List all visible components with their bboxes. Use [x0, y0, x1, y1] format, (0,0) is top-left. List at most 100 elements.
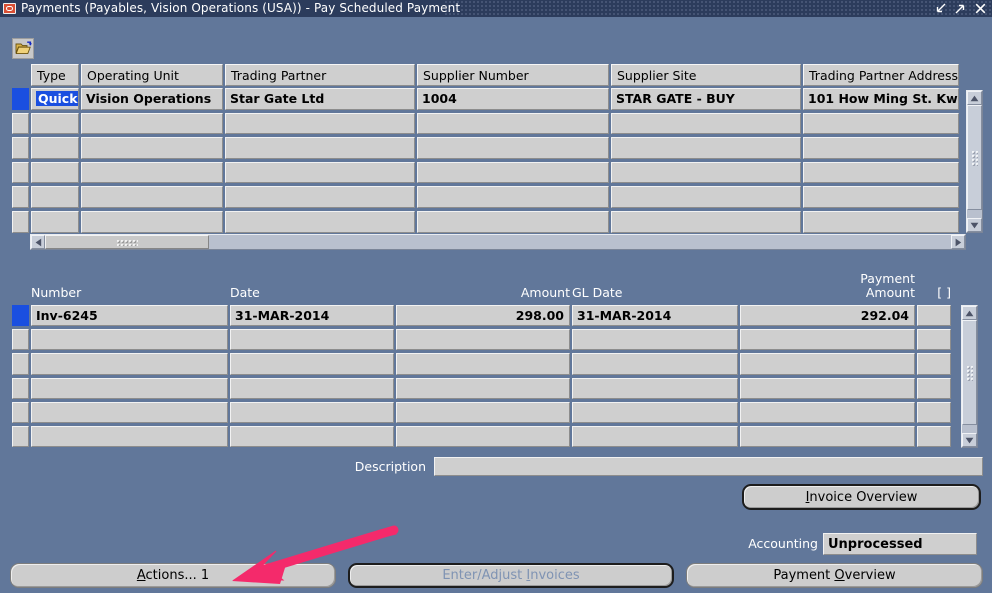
cell-supplier-site[interactable] [611, 113, 801, 135]
cell-operating-unit[interactable] [81, 113, 223, 135]
cell-amount[interactable] [396, 329, 570, 350]
cell-amount[interactable] [396, 353, 570, 374]
cell-trading-partner[interactable]: Star Gate Ltd [225, 88, 415, 110]
cell-trading-partner[interactable] [225, 186, 415, 208]
cell-supplier-number[interactable] [417, 186, 609, 208]
record-indicator[interactable] [12, 113, 29, 135]
cell-date[interactable] [230, 402, 394, 423]
cell-date[interactable] [230, 329, 394, 350]
cell-[interactable] [917, 402, 951, 423]
cell-[interactable] [917, 426, 951, 447]
cell-supplier-site[interactable]: STAR GATE - BUY [611, 88, 801, 110]
cell-[interactable] [917, 305, 951, 326]
cell-gl-date[interactable]: 31-MAR-2014 [572, 305, 738, 326]
cell-trading-partner-address[interactable] [803, 186, 959, 208]
minimize-button[interactable] [934, 2, 947, 15]
cell-type[interactable]: Quick [31, 88, 79, 110]
column-header-type[interactable]: Type [31, 64, 79, 86]
payments-vertical-scrollbar[interactable] [966, 90, 983, 233]
cell-date[interactable] [230, 353, 394, 374]
record-indicator[interactable] [12, 137, 29, 159]
cell-amount[interactable]: 298.00 [396, 305, 570, 326]
cell-supplier-site[interactable] [611, 211, 801, 233]
payments-scroll-up-button[interactable] [967, 91, 982, 105]
cell-trading-partner-address[interactable] [803, 162, 959, 184]
cell-number[interactable] [31, 329, 228, 350]
cell-operating-unit[interactable] [81, 211, 223, 233]
cell-trading-partner[interactable] [225, 113, 415, 135]
record-indicator[interactable] [12, 426, 29, 447]
record-indicator[interactable] [12, 353, 29, 374]
payments-scroll-thumb[interactable] [967, 105, 982, 210]
cell-operating-unit[interactable] [81, 137, 223, 159]
accounting-value-field[interactable]: Unprocessed [823, 533, 977, 555]
cell-number[interactable] [31, 353, 228, 374]
close-button[interactable] [974, 2, 987, 15]
cell-gl-date[interactable] [572, 329, 738, 350]
cell-operating-unit[interactable] [81, 186, 223, 208]
cell-gl-date[interactable] [572, 402, 738, 423]
description-input[interactable] [434, 457, 983, 476]
invoices-scroll-down-button[interactable] [962, 433, 977, 447]
payments-scroll-right-button[interactable] [951, 235, 965, 249]
cell-operating-unit[interactable]: Vision Operations [81, 88, 223, 110]
open-folder-button[interactable] [12, 38, 34, 59]
cell-gl-date[interactable] [572, 426, 738, 447]
cell-payment-amount[interactable] [740, 353, 915, 374]
cell-trading-partner-address[interactable] [803, 113, 959, 135]
cell-trading-partner[interactable] [225, 137, 415, 159]
cell-type[interactable] [31, 162, 79, 184]
payments-horizontal-scrollbar[interactable] [30, 234, 966, 250]
cell-[interactable] [917, 329, 951, 350]
cell-supplier-number[interactable]: 1004 [417, 88, 609, 110]
column-header-supplier-site[interactable]: Supplier Site [611, 64, 801, 86]
payments-hscroll-thumb[interactable] [45, 235, 209, 249]
cell-supplier-number[interactable] [417, 113, 609, 135]
cell-supplier-number[interactable] [417, 211, 609, 233]
cell-payment-amount[interactable] [740, 426, 915, 447]
cell-amount[interactable] [396, 426, 570, 447]
cell-date[interactable]: 31-MAR-2014 [230, 305, 394, 326]
cell-number[interactable] [31, 402, 228, 423]
invoices-scroll-up-button[interactable] [962, 306, 977, 320]
record-indicator[interactable] [12, 162, 29, 184]
cell-type[interactable] [31, 211, 79, 233]
cell-gl-date[interactable] [572, 378, 738, 399]
cell-supplier-site[interactable] [611, 186, 801, 208]
cell-supplier-site[interactable] [611, 162, 801, 184]
column-header-supplier-number[interactable]: Supplier Number [417, 64, 609, 86]
cell-[interactable] [917, 378, 951, 399]
column-header-operating-unit[interactable]: Operating Unit [81, 64, 223, 86]
column-header-trading-partner-address[interactable]: Trading Partner Address [803, 64, 959, 86]
cell-payment-amount[interactable] [740, 378, 915, 399]
cell-type[interactable] [31, 186, 79, 208]
cell-operating-unit[interactable] [81, 162, 223, 184]
cell-type[interactable] [31, 113, 79, 135]
cell-amount[interactable] [396, 402, 570, 423]
record-indicator[interactable] [12, 186, 29, 208]
cell-supplier-number[interactable] [417, 162, 609, 184]
payment-overview-button[interactable]: Payment Overview [686, 563, 983, 588]
record-indicator[interactable] [12, 211, 29, 233]
payments-scroll-left-button[interactable] [31, 235, 45, 249]
invoice-overview-button[interactable]: Invoice Overview [742, 484, 981, 510]
cell-number[interactable] [31, 378, 228, 399]
record-indicator[interactable] [12, 329, 29, 350]
cell-payment-amount[interactable]: 292.04 [740, 305, 915, 326]
cell-number[interactable] [31, 426, 228, 447]
cell-[interactable] [917, 353, 951, 374]
cell-trading-partner[interactable] [225, 211, 415, 233]
actions-button[interactable]: Actions... 1 [10, 563, 336, 588]
cell-type[interactable] [31, 137, 79, 159]
cell-payment-amount[interactable] [740, 402, 915, 423]
record-indicator[interactable] [12, 88, 29, 110]
cell-trading-partner-address[interactable]: 101 How Ming St. Kwun [803, 88, 959, 110]
record-indicator[interactable] [12, 402, 29, 423]
cell-date[interactable] [230, 378, 394, 399]
cell-amount[interactable] [396, 378, 570, 399]
invoices-vertical-scrollbar[interactable] [961, 305, 978, 448]
cell-trading-partner-address[interactable] [803, 137, 959, 159]
payments-scroll-down-button[interactable] [967, 218, 982, 232]
cell-payment-amount[interactable] [740, 329, 915, 350]
cell-gl-date[interactable] [572, 353, 738, 374]
